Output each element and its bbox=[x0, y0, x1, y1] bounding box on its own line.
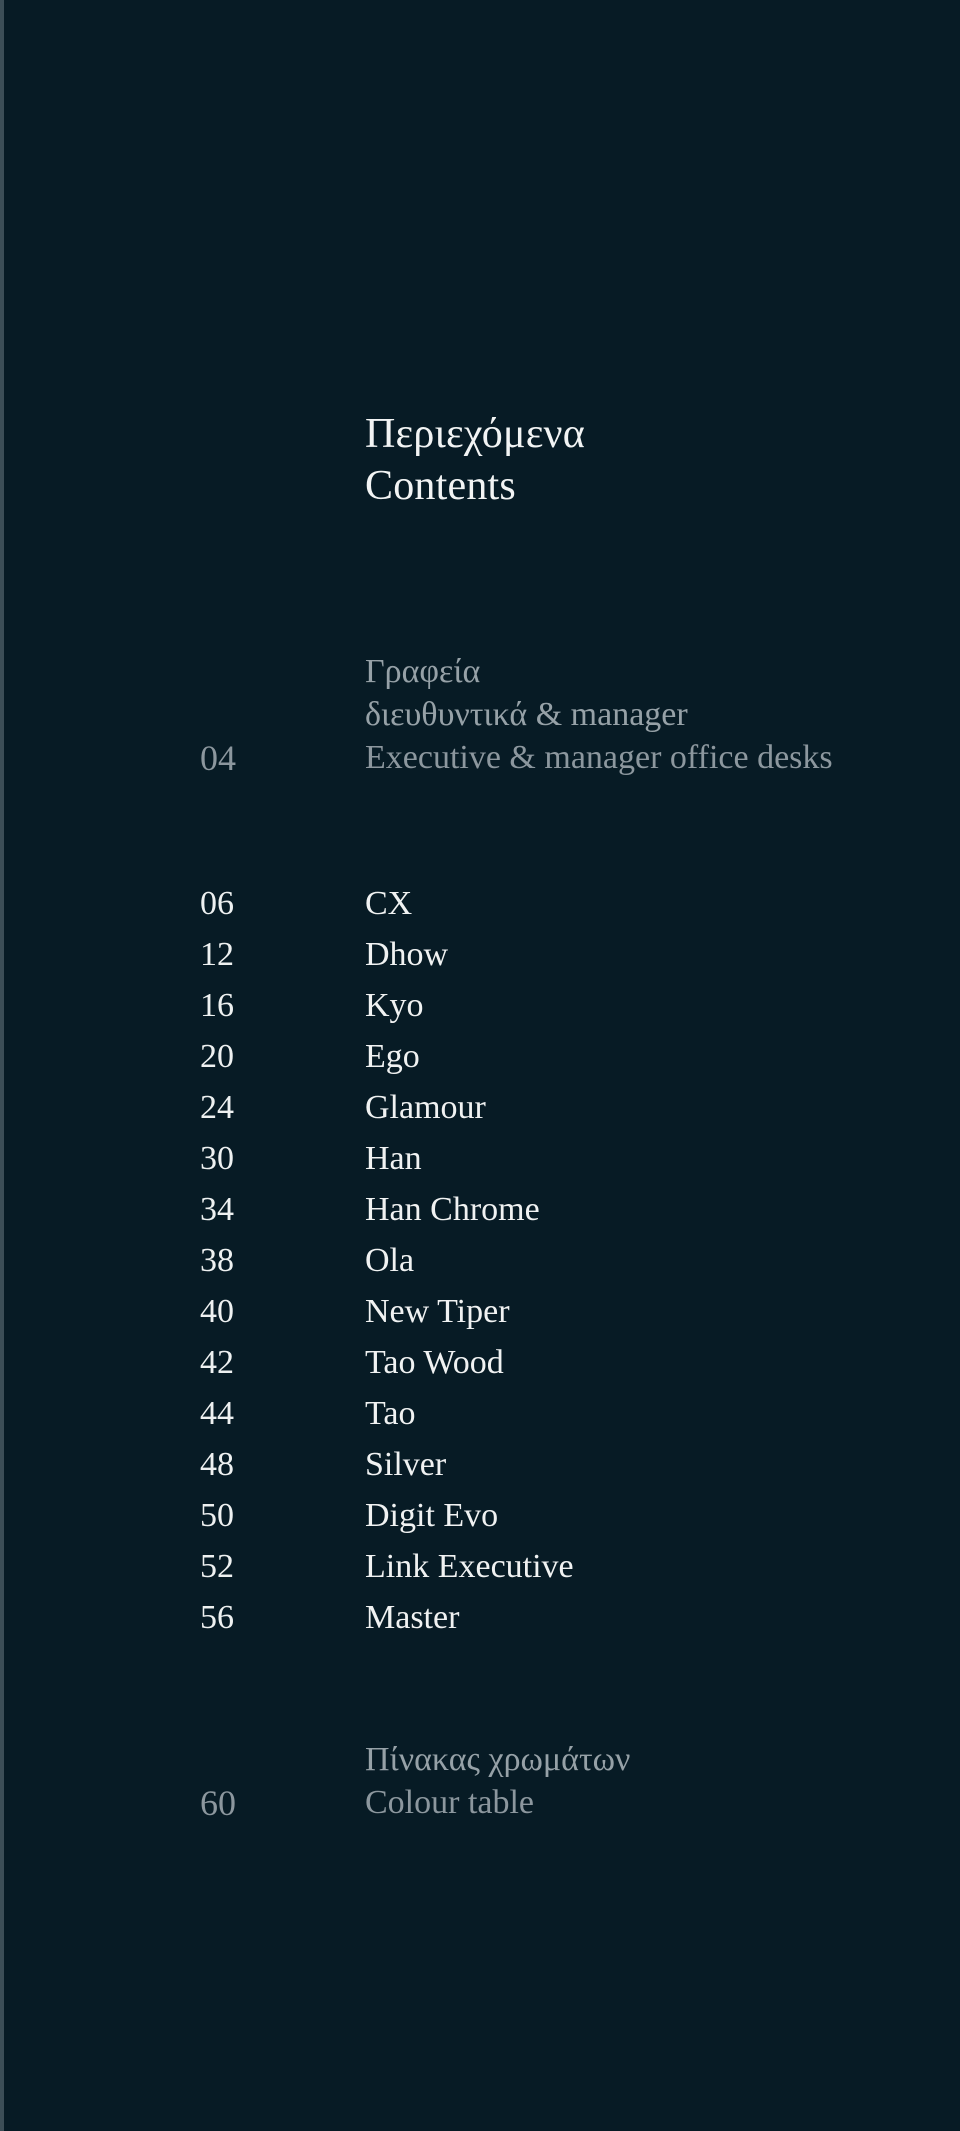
list-item[interactable]: 24 Glamour bbox=[0, 1082, 960, 1133]
entry-page-number: 50 bbox=[200, 1497, 234, 1534]
section-offices-header[interactable]: 04 Γραφεία διευθυντικά & manager Executi… bbox=[0, 650, 960, 779]
list-item[interactable]: 44 Tao bbox=[0, 1388, 960, 1439]
entry-label: CX bbox=[365, 885, 413, 922]
page-title: Περιεχόμενα Contents bbox=[365, 408, 925, 512]
entry-label: Link Executive bbox=[365, 1548, 574, 1585]
entry-page-number: 40 bbox=[200, 1293, 234, 1330]
section-offices-labels: Γραφεία διευθυντικά & manager Executive … bbox=[365, 650, 960, 779]
entry-page-number: 56 bbox=[200, 1599, 234, 1636]
list-item[interactable]: 52 Link Executive bbox=[0, 1541, 960, 1592]
section-colour-table-english: Colour table bbox=[365, 1784, 535, 1821]
entry-label: Glamour bbox=[365, 1089, 486, 1126]
entry-label: Tao Wood bbox=[365, 1344, 504, 1381]
entry-label: Han Chrome bbox=[365, 1191, 540, 1228]
section-colour-table-labels: Πίνακας χρωμάτων Colour table bbox=[365, 1738, 960, 1824]
section-offices[interactable]: 04 Γραφεία διευθυντικά & manager Executi… bbox=[0, 650, 960, 779]
list-item[interactable]: 20 Ego bbox=[0, 1031, 960, 1082]
entry-label: Silver bbox=[365, 1446, 447, 1483]
list-item[interactable]: 12 Dhow bbox=[0, 929, 960, 980]
list-item[interactable]: 50 Digit Evo bbox=[0, 1490, 960, 1541]
section-colour-table[interactable]: 60 Πίνακας χρωμάτων Colour table bbox=[0, 1738, 960, 1824]
section-colour-table-header[interactable]: 60 Πίνακας χρωμάτων Colour table bbox=[0, 1738, 960, 1824]
offices-entry-list: 06 CX 12 Dhow 16 Kyo 20 Ego 24 Glamour 3… bbox=[0, 878, 960, 1643]
entry-page-number: 52 bbox=[200, 1548, 234, 1585]
section-offices-greek-line-2: διευθυντικά & manager bbox=[365, 696, 688, 733]
entry-page-number: 44 bbox=[200, 1395, 234, 1432]
section-colour-table-page-number: 60 bbox=[200, 1783, 236, 1823]
entry-page-number: 20 bbox=[200, 1038, 234, 1075]
entry-label: Dhow bbox=[365, 936, 449, 973]
section-offices-page-number: 04 bbox=[200, 738, 236, 778]
entry-label: Ola bbox=[365, 1242, 415, 1279]
section-offices-greek-line-1: Γραφεία bbox=[365, 653, 481, 690]
section-offices-english: Executive & manager office desks bbox=[365, 739, 833, 776]
list-item[interactable]: 56 Master bbox=[0, 1592, 960, 1643]
section-colour-table-greek: Πίνακας χρωμάτων bbox=[365, 1741, 631, 1778]
entry-label: Han bbox=[365, 1140, 422, 1177]
list-item[interactable]: 38 Ola bbox=[0, 1235, 960, 1286]
entry-page-number: 42 bbox=[200, 1344, 234, 1381]
list-item[interactable]: 16 Kyo bbox=[0, 980, 960, 1031]
list-item[interactable]: 06 CX bbox=[0, 878, 960, 929]
entry-page-number: 48 bbox=[200, 1446, 234, 1483]
list-item[interactable]: 30 Han bbox=[0, 1133, 960, 1184]
entry-page-number: 38 bbox=[200, 1242, 234, 1279]
list-item[interactable]: 48 Silver bbox=[0, 1439, 960, 1490]
list-item[interactable]: 34 Han Chrome bbox=[0, 1184, 960, 1235]
contents-page: Περιεχόμενα Contents 04 Γραφεία διευθυντ… bbox=[0, 0, 960, 2131]
entry-label: Kyo bbox=[365, 987, 424, 1024]
page-title-greek: Περιεχόμενα bbox=[365, 411, 585, 457]
entry-label: New Tiper bbox=[365, 1293, 510, 1330]
page-title-english: Contents bbox=[365, 463, 516, 509]
entry-page-number: 30 bbox=[200, 1140, 234, 1177]
list-item[interactable]: 42 Tao Wood bbox=[0, 1337, 960, 1388]
entry-page-number: 34 bbox=[200, 1191, 234, 1228]
list-item[interactable]: 40 New Tiper bbox=[0, 1286, 960, 1337]
entry-label: Master bbox=[365, 1599, 460, 1636]
entry-page-number: 16 bbox=[200, 987, 234, 1024]
entry-label: Digit Evo bbox=[365, 1497, 499, 1534]
entry-page-number: 24 bbox=[200, 1089, 234, 1126]
entry-page-number: 06 bbox=[200, 885, 234, 922]
entry-label: Tao bbox=[365, 1395, 416, 1432]
entry-label: Ego bbox=[365, 1038, 420, 1075]
entry-page-number: 12 bbox=[200, 936, 234, 973]
